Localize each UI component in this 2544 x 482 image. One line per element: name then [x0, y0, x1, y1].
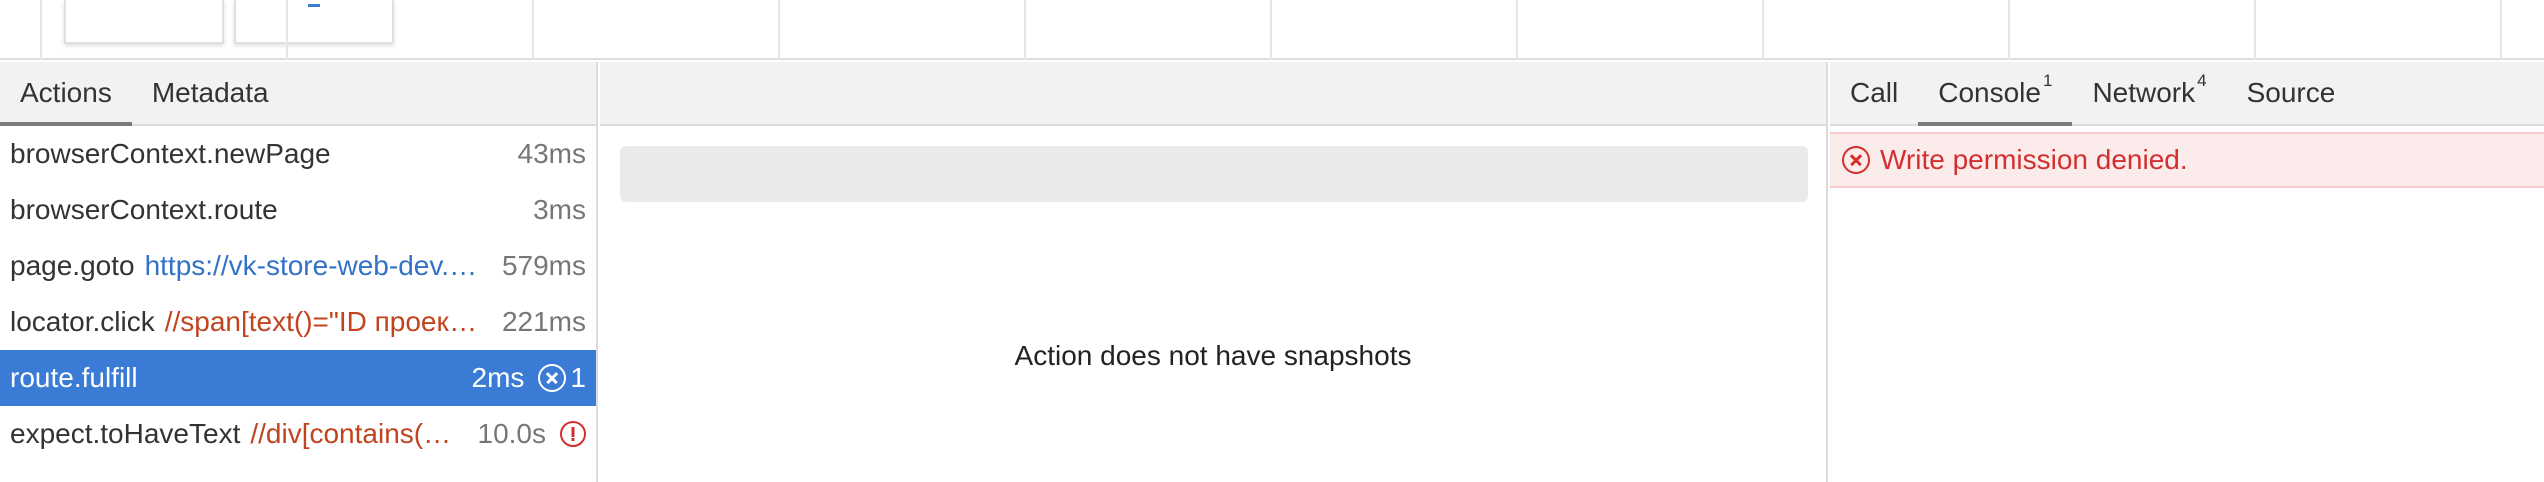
action-duration: 10.0s [477, 418, 547, 449]
action-duration: 579ms [501, 250, 586, 281]
left-tabbar: Actions Metadata [0, 62, 596, 126]
timeline-divider [1270, 0, 1272, 60]
tab-label: Actions [20, 77, 112, 108]
timeline-thumbnail[interactable] [64, 0, 224, 44]
action-title: expect.toHaveText [10, 418, 241, 449]
action-title: route.fulfill [10, 362, 138, 393]
timeline-filmstrip[interactable] [0, 0, 2544, 60]
console-error-message[interactable]: Write permission denied. [1830, 132, 2544, 188]
tab-count: 1 [2042, 71, 2053, 90]
timeline-divider [778, 0, 780, 60]
timeline-divider [40, 0, 42, 60]
snapshot-toolbar [600, 62, 1826, 126]
action-row[interactable]: page.goto https://vk-store-web-dev.examp… [0, 238, 596, 294]
error-circle-icon [1842, 146, 1870, 174]
error-count-badge: 1 [538, 362, 586, 394]
thumbnail-mark [308, 4, 320, 7]
error-count: 1 [570, 362, 586, 393]
timeline-divider [2254, 0, 2256, 60]
console-message-text: Write permission denied. [1880, 144, 2188, 175]
tab-call[interactable]: Call [1830, 62, 1918, 124]
action-list[interactable]: browserContext.newPage 43ms browserConte… [0, 126, 596, 462]
tab-label: Console [1938, 77, 2041, 108]
error-circle-icon [538, 364, 567, 392]
tab-actions[interactable]: Actions [0, 62, 132, 126]
timeline-divider [2500, 0, 2502, 60]
timeline-divider [532, 0, 534, 60]
tab-label: Call [1850, 77, 1899, 108]
timeline-divider [1516, 0, 1518, 60]
action-title: browserContext.route [10, 194, 278, 225]
tab-count: 4 [2197, 71, 2207, 90]
action-duration: 43ms [517, 138, 586, 169]
action-title: locator.click [10, 306, 155, 337]
tab-metadata[interactable]: Metadata [132, 62, 289, 124]
action-duration: 2ms [471, 362, 525, 393]
action-duration: 221ms [501, 306, 586, 337]
actions-pane: Actions Metadata browserContext.newPage … [0, 62, 598, 482]
details-pane: Call Console 1 Network 4 Source Write perm… [1830, 62, 2544, 482]
action-locator-param: //span[text()="ID проекта"] [164, 306, 488, 337]
timeline-divider [286, 0, 288, 60]
action-row[interactable]: browserContext.newPage 43ms [0, 126, 596, 182]
tab-label: Metadata [151, 77, 269, 108]
action-row[interactable]: browserContext.route 3ms [0, 182, 596, 238]
warning-circle-icon [560, 421, 586, 447]
tab-label: Source [2246, 77, 2336, 108]
action-title: browserContext.newPage [10, 138, 331, 169]
action-locator-param: //div[contains(@class,"ErrorText")] [250, 418, 464, 449]
right-tabbar: Call Console 1 Network 4 Source [1830, 62, 2544, 126]
action-duration: 3ms [533, 194, 586, 225]
timeline-thumbnail[interactable] [234, 0, 394, 44]
action-row[interactable]: locator.click //span[text()="ID проекта"… [0, 294, 596, 350]
action-row-selected[interactable]: route.fulfill 2ms 1 [0, 350, 596, 406]
tab-source[interactable]: Source [2227, 62, 2356, 124]
snapshot-url-bar [620, 146, 1808, 202]
snapshot-pane: Action does not have snapshots [600, 62, 1828, 482]
action-row[interactable]: expect.toHaveText //div[contains(@class,… [0, 406, 596, 462]
action-url-param: https://vk-store-web-dev.example/ [144, 250, 488, 281]
no-snapshot-message: Action does not have snapshots [1014, 340, 1412, 371]
action-title: page.goto [10, 250, 135, 281]
tab-console[interactable]: Console 1 [1918, 62, 2073, 126]
timeline-divider [1024, 0, 1026, 60]
timeline-divider [2008, 0, 2010, 60]
timeline-divider [1762, 0, 1764, 60]
tab-network[interactable]: Network 4 [2072, 62, 2226, 124]
tab-label: Network [2092, 77, 2196, 108]
